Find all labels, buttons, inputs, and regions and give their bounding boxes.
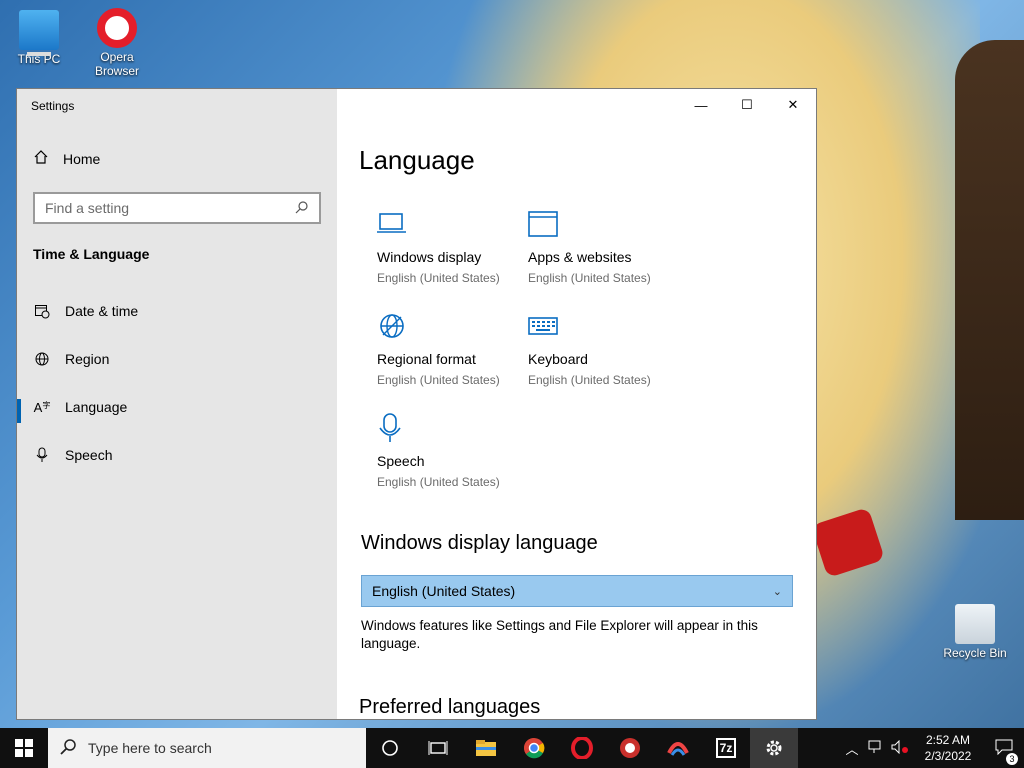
opera-icon xyxy=(97,8,137,48)
desktop-icon-this-pc[interactable]: This PC xyxy=(4,10,74,66)
taskbar-search-input[interactable]: Type here to search xyxy=(48,728,366,768)
tile-title: Apps & websites xyxy=(528,249,632,265)
volume-muted-icon[interactable] xyxy=(888,739,912,757)
sidebar-item-label: Region xyxy=(65,351,110,367)
tile-regional-format[interactable]: Regional format English (United States) xyxy=(377,309,527,387)
search-icon xyxy=(60,738,78,759)
display-language-description: Windows features like Settings and File … xyxy=(361,618,758,651)
computer-icon xyxy=(19,10,59,56)
page-title: Language xyxy=(359,145,475,175)
window-title: Settings xyxy=(31,99,75,113)
sidebar-item-home[interactable]: Home xyxy=(33,149,100,168)
clock-date: 2/3/2022 xyxy=(924,749,972,763)
notification-center-button[interactable]: 3 xyxy=(984,739,1024,765)
tile-subtitle: English (United States) xyxy=(377,271,500,285)
caption-buttons: — ☐ ✕ xyxy=(678,89,816,121)
microphone-icon xyxy=(33,447,51,463)
desktop-icon-label: Opera Browser xyxy=(94,50,139,78)
main-content: — ☐ ✕ Language Windows display English (… xyxy=(337,89,816,719)
tile-keyboard[interactable]: Keyboard English (United States) xyxy=(528,309,678,387)
clock-time: 2:52 AM xyxy=(925,733,971,747)
close-button[interactable]: ✕ xyxy=(770,89,816,121)
section-title: Time & Language xyxy=(33,246,150,262)
settings-window: Settings Home Find a setting Time & Lang… xyxy=(16,88,817,720)
desktop-icon-label: Recycle Bin xyxy=(943,646,1007,660)
tile-title: Regional format xyxy=(377,351,476,367)
start-button[interactable] xyxy=(0,728,48,768)
calendar-clock-icon xyxy=(33,303,51,319)
sidebar-item-language[interactable]: A字 Language xyxy=(33,399,128,415)
clock[interactable]: 2:52 AM 2/3/2022 xyxy=(912,732,984,764)
sidebar-item-region[interactable]: Region xyxy=(33,351,109,367)
desktop-icon-opera[interactable]: Opera Browser xyxy=(82,8,152,78)
tile-subtitle: English (United States) xyxy=(528,373,651,387)
system-tray: ︿ 2:52 AM 2/3/2022 3 xyxy=(840,728,1024,768)
chevron-down-icon: ⌄ xyxy=(772,585,782,598)
settings-icon[interactable] xyxy=(750,728,798,768)
tile-title: Windows display xyxy=(377,249,482,265)
tile-title: Speech xyxy=(377,453,425,469)
globe-icon xyxy=(33,351,51,367)
7zip-label: 7z xyxy=(715,738,737,758)
network-icon[interactable] xyxy=(864,740,888,757)
tile-apps-websites[interactable]: Apps & websites English (United States) xyxy=(528,207,678,285)
dropdown-value: English (United States) xyxy=(372,583,516,599)
tile-speech[interactable]: Speech English (United States) xyxy=(377,411,527,489)
notification-badge: 3 xyxy=(1006,752,1018,765)
cortana-icon[interactable] xyxy=(366,728,414,768)
ccleaner-icon[interactable] xyxy=(606,728,654,768)
windows-logo-icon xyxy=(15,739,33,757)
recycle-bin-icon xyxy=(955,604,995,644)
search-input[interactable]: Find a setting xyxy=(33,192,321,224)
tile-subtitle: English (United States) xyxy=(377,373,500,387)
preferred-languages-heading: Preferred languages xyxy=(359,696,541,718)
taskbar-search-placeholder: Type here to search xyxy=(88,740,212,756)
sidebar-item-speech[interactable]: Speech xyxy=(33,447,112,463)
minimize-button[interactable]: — xyxy=(678,89,724,121)
tile-title: Keyboard xyxy=(528,351,588,367)
chrome-icon[interactable] xyxy=(510,728,558,768)
display-language-heading: Windows display language xyxy=(361,532,598,554)
globe-icon xyxy=(377,309,527,343)
sidebar-item-label: Speech xyxy=(65,447,113,463)
opera-icon[interactable] xyxy=(558,728,606,768)
wallpaper-window xyxy=(955,40,1024,520)
sidebar-item-label: Language xyxy=(65,399,128,415)
tile-subtitle: English (United States) xyxy=(377,475,500,489)
browser-window-icon xyxy=(528,207,678,241)
task-view-icon[interactable] xyxy=(414,728,462,768)
sidebar: Settings Home Find a setting Time & Lang… xyxy=(17,89,337,719)
sidebar-item-label: Date & time xyxy=(65,303,139,319)
sidebar-item-date-time[interactable]: Date & time xyxy=(33,303,138,319)
chevron-up-icon[interactable]: ︿ xyxy=(840,739,864,758)
home-icon xyxy=(33,149,49,168)
7zip-icon[interactable]: 7z xyxy=(702,728,750,768)
keyboard-icon xyxy=(528,309,678,343)
search-icon xyxy=(295,200,309,217)
display-language-dropdown[interactable]: English (United States) ⌄ xyxy=(361,575,793,607)
taskbar: Type here to search 7z ︿ 2:52 AM 2/3/202 xyxy=(0,728,1024,768)
tile-subtitle: English (United States) xyxy=(528,271,651,285)
ccleaner-browser-icon[interactable] xyxy=(654,728,702,768)
tile-windows-display[interactable]: Windows display English (United States) xyxy=(377,207,527,285)
maximize-button[interactable]: ☐ xyxy=(724,89,770,121)
microphone-icon xyxy=(377,411,527,445)
search-placeholder: Find a setting xyxy=(45,200,130,216)
sidebar-item-label: Home xyxy=(63,150,101,167)
language-icon: A字 xyxy=(33,399,51,415)
monitor-icon xyxy=(377,207,527,241)
file-explorer-icon[interactable] xyxy=(462,728,510,768)
active-indicator xyxy=(17,399,21,423)
desktop-icon-recycle-bin[interactable]: Recycle Bin xyxy=(940,604,1010,660)
